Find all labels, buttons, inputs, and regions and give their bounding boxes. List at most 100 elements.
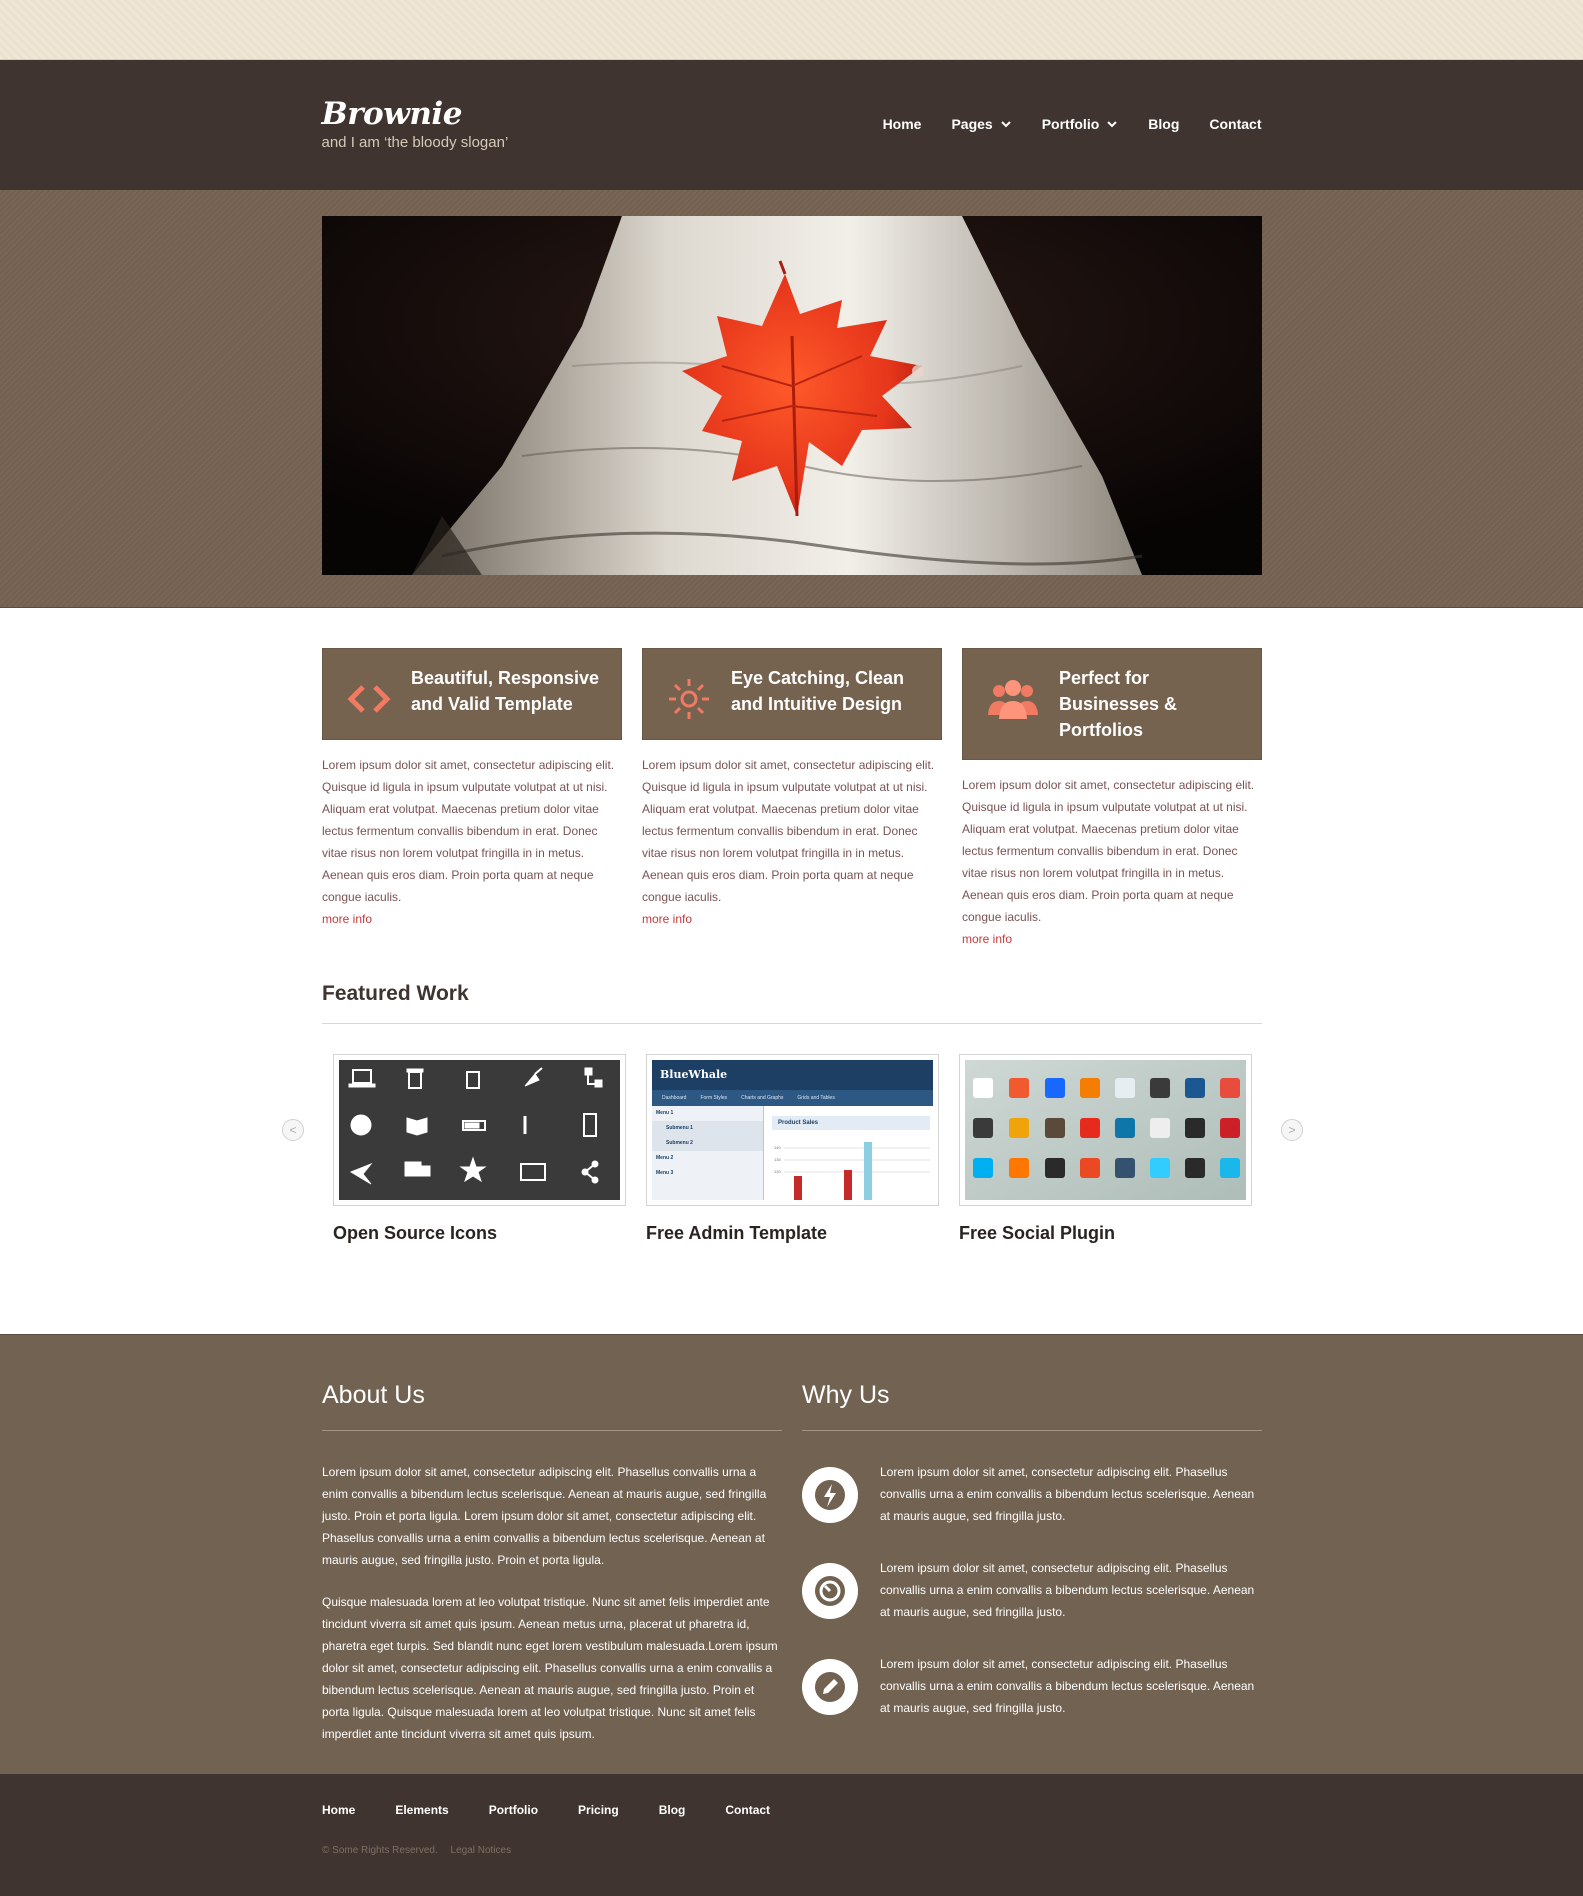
- why-us-title: Why Us: [802, 1381, 890, 1409]
- carousel-prev-button[interactable]: <: [282, 1119, 304, 1141]
- pencil-icon: [802, 1659, 858, 1715]
- site-header: Brownie and I am ‘the bloody slogan’ Hom…: [0, 60, 1583, 190]
- footer-nav-contact[interactable]: Contact: [725, 1803, 770, 1817]
- work-title[interactable]: Free Social Plugin: [959, 1223, 1252, 1244]
- feature-title-line: Businesses &: [1059, 694, 1178, 714]
- footer-nav-home[interactable]: Home: [322, 1803, 355, 1817]
- lightning-icon: [802, 1467, 858, 1523]
- legal-notices-link[interactable]: Legal Notices: [451, 1845, 512, 1856]
- about-paragraph: Quisque malesuada lorem at leo volutpat …: [322, 1595, 778, 1741]
- mock-axis-label: 130: [774, 1169, 781, 1174]
- more-info-link[interactable]: more info: [322, 908, 622, 930]
- feature-title-line: Beautiful, Responsive: [411, 668, 600, 688]
- mock-menu-item: Menu 2: [656, 1155, 674, 1161]
- why-us-section: Why Us Lorem ipsum dolor sit amet, conse…: [802, 1381, 1262, 1749]
- feature-header: Beautiful, Responsive and Valid Template: [322, 648, 622, 740]
- feature-title: Eye Catching, Clean and Intuitive Design: [731, 665, 904, 723]
- feature-title-line: Portfolios: [1059, 720, 1143, 740]
- feature-responsive: Beautiful, Responsive and Valid Template…: [322, 648, 622, 950]
- carousel-next-button[interactable]: >: [1281, 1119, 1303, 1141]
- slogan: and I am ‘the bloody slogan’: [321, 134, 509, 151]
- mock-tab: Grids and Tables: [797, 1095, 835, 1101]
- mock-menu-item: Menu 1: [656, 1110, 674, 1116]
- hero-section: [0, 190, 1583, 608]
- work-title[interactable]: Free Admin Template: [646, 1223, 939, 1244]
- social-plugin-thumbnail: [965, 1060, 1246, 1200]
- work-title[interactable]: Open Source Icons: [333, 1223, 626, 1244]
- mock-menu-item: Submenu 1: [652, 1121, 763, 1136]
- divider: [322, 1023, 1262, 1024]
- main-nav: Home Pages Portfolio Blog Contact: [853, 116, 1262, 132]
- work-thumbnail[interactable]: BlueWhale Dashboard Form Styles Charts a…: [646, 1054, 939, 1206]
- feature-text: Lorem ipsum dolor sit amet, consectetur …: [962, 778, 1255, 924]
- mock-tab: Charts and Graphs: [741, 1095, 784, 1101]
- mock-menu: Menu 1 Submenu 1 Submenu 2 Menu 2 Menu 3: [652, 1106, 764, 1200]
- brand[interactable]: Brownie and I am ‘the bloody slogan’: [322, 96, 509, 151]
- top-strip: [0, 0, 1583, 60]
- why-text: Lorem ipsum dolor sit amet, consectetur …: [880, 1465, 1255, 1523]
- footer-nav-blog[interactable]: Blog: [659, 1803, 686, 1817]
- work-thumbnail[interactable]: [333, 1054, 626, 1206]
- feature-title-line: Eye Catching, Clean: [731, 668, 905, 688]
- mock-tab: Form Styles: [700, 1095, 728, 1101]
- chevron-down-icon: [1001, 121, 1011, 128]
- mock-menu-item: Submenu 2: [652, 1136, 763, 1151]
- why-item: Lorem ipsum dolor sit amet, consectetur …: [802, 1461, 1262, 1527]
- nav-contact-label: Contact: [1209, 116, 1262, 132]
- footer-main: About Us Lorem ipsum dolor sit amet, con…: [0, 1334, 1583, 1774]
- footer-nav-elements[interactable]: Elements: [395, 1803, 448, 1817]
- why-text: Lorem ipsum dolor sit amet, consectetur …: [880, 1561, 1255, 1619]
- why-text: Lorem ipsum dolor sit amet, consectetur …: [880, 1657, 1255, 1715]
- featured-work-list: Open Source Icons BlueWhale Dashboard Fo…: [333, 1054, 1272, 1244]
- nav-blog[interactable]: Blog: [1148, 116, 1179, 132]
- footer-nav-pricing[interactable]: Pricing: [578, 1803, 619, 1817]
- why-item: Lorem ipsum dolor sit amet, consectetur …: [802, 1653, 1262, 1719]
- mock-menu-item: Menu 3: [656, 1170, 674, 1176]
- about-us-section: About Us Lorem ipsum dolor sit amet, con…: [322, 1381, 782, 1765]
- icons-thumbnail: [339, 1060, 620, 1200]
- feature-title: Perfect for Businesses & Portfolios: [1059, 665, 1177, 743]
- mock-axis-label: 140: [774, 1145, 781, 1150]
- more-info-link[interactable]: more info: [642, 908, 942, 930]
- about-us-title: About Us: [322, 1381, 425, 1409]
- nav-home-label: Home: [882, 116, 922, 132]
- nav-contact[interactable]: Contact: [1209, 116, 1261, 132]
- logo[interactable]: Brownie: [322, 96, 509, 132]
- chevron-down-icon: [1107, 121, 1117, 128]
- featured-work-title: Featured Work: [322, 982, 469, 1005]
- mock-axis-label: 135: [774, 1157, 781, 1162]
- nav-home[interactable]: Home: [883, 116, 922, 132]
- mock-axis: 140 135 130: [774, 1142, 781, 1178]
- nav-pages[interactable]: Pages: [951, 116, 1011, 132]
- code-icon: [347, 685, 391, 713]
- feature-text: Lorem ipsum dolor sit amet, consectetur …: [642, 758, 935, 904]
- users-icon: [988, 680, 1038, 719]
- mock-bar-chart: [784, 1142, 930, 1200]
- divider: [802, 1430, 1262, 1431]
- feature-title-line: and Valid Template: [411, 694, 573, 714]
- nav-pages-label: Pages: [951, 116, 993, 132]
- feature-title: Beautiful, Responsive and Valid Template: [411, 665, 599, 723]
- feature-title-line: Perfect for: [1059, 668, 1150, 688]
- feature-text: Lorem ipsum dolor sit amet, consectetur …: [322, 758, 615, 904]
- gauge-icon: [802, 1563, 858, 1619]
- more-info-link[interactable]: more info: [962, 928, 1262, 950]
- feature-title-line: and Intuitive Design: [731, 694, 903, 714]
- nav-portfolio[interactable]: Portfolio: [1042, 116, 1119, 132]
- sun-icon: [669, 679, 709, 719]
- copyright: © Some Rights Reserved. Legal Notices: [322, 1845, 521, 1856]
- work-item[interactable]: Open Source Icons: [333, 1054, 626, 1244]
- work-item[interactable]: Free Social Plugin: [959, 1054, 1252, 1244]
- copyright-text: © Some Rights Reserved.: [322, 1845, 438, 1856]
- work-item[interactable]: BlueWhale Dashboard Form Styles Charts a…: [646, 1054, 939, 1244]
- bottom-bar: Home Elements Portfolio Pricing Blog Con…: [0, 1774, 1583, 1896]
- work-thumbnail[interactable]: [959, 1054, 1252, 1206]
- why-item: Lorem ipsum dolor sit amet, consectetur …: [802, 1557, 1262, 1623]
- mock-brand: BlueWhale: [652, 1060, 933, 1090]
- about-paragraph: Lorem ipsum dolor sit amet, consectetur …: [322, 1465, 767, 1567]
- feature-business: Perfect for Businesses & Portfolios Lore…: [962, 648, 1262, 950]
- mock-tab: Dashboard: [662, 1095, 687, 1101]
- footer-nav-portfolio[interactable]: Portfolio: [489, 1803, 538, 1817]
- mock-tabs: Dashboard Form Styles Charts and Graphs …: [652, 1090, 933, 1106]
- features-row: Beautiful, Responsive and Valid Template…: [322, 648, 1262, 950]
